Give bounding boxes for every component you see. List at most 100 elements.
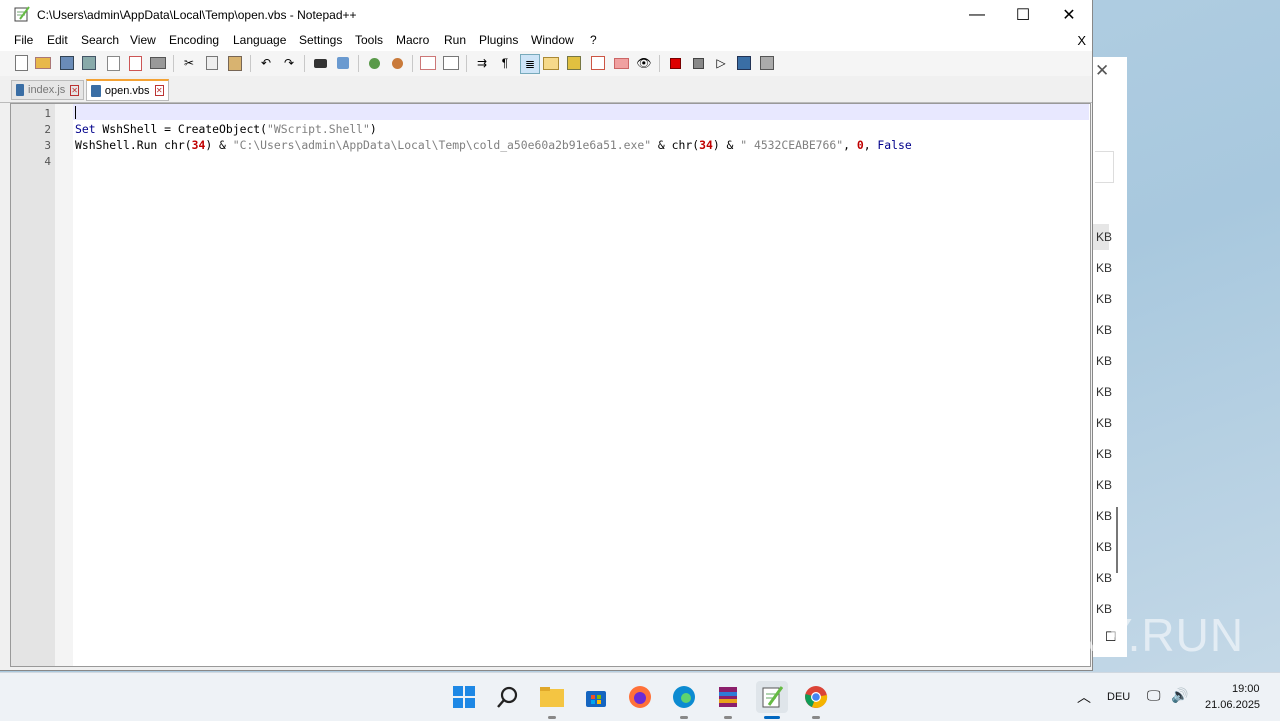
menu-help[interactable]: ? <box>590 33 597 47</box>
background-explorer-window: ✕ KB KB KB KB KB KB KB KB KB KB KB KB KB ☐ <box>1088 57 1127 657</box>
text-caret <box>75 106 76 119</box>
window-title: C:\Users\admin\AppData\Local\Temp\open.v… <box>37 8 357 22</box>
notepadpp-icon[interactable] <box>756 681 788 719</box>
menu-file[interactable]: File <box>14 33 33 47</box>
tab-index-js[interactable]: index.js ✕ <box>11 80 84 100</box>
monitor-icon[interactable]: 👁 <box>635 54 653 72</box>
doc-map-icon[interactable] <box>542 54 560 72</box>
menu-encoding[interactable]: Encoding <box>169 33 219 47</box>
menu-settings[interactable]: Settings <box>299 33 342 47</box>
redo-icon[interactable]: ↷ <box>280 54 298 72</box>
close-tab-icon[interactable]: ✕ <box>154 85 164 96</box>
close-button[interactable]: ✕ <box>1046 0 1092 30</box>
menu-edit[interactable]: Edit <box>47 33 68 47</box>
replace-icon[interactable] <box>334 54 352 72</box>
file-size-cell: KB <box>1096 478 1113 492</box>
search-icon[interactable] <box>492 681 524 713</box>
copy-icon[interactable] <box>203 54 221 72</box>
show-all-chars-icon[interactable]: ¶ <box>496 54 514 72</box>
file-explorer-icon[interactable] <box>536 681 568 719</box>
language-indicator[interactable]: DEU <box>1107 691 1130 703</box>
save-all-icon[interactable] <box>80 54 98 72</box>
menu-window[interactable]: Window <box>531 33 574 47</box>
clock-time[interactable]: 19:00 <box>1232 683 1260 695</box>
search-box[interactable] <box>1095 151 1114 183</box>
tab-label: open.vbs <box>104 84 150 97</box>
file-size-cell: KB <box>1096 385 1113 399</box>
close-all-icon[interactable] <box>126 54 144 72</box>
file-size-cell: KB <box>1096 447 1113 461</box>
winrar-icon[interactable] <box>712 681 744 719</box>
find-icon[interactable] <box>311 54 329 72</box>
line-number: 3 <box>44 139 51 152</box>
close-tab-icon[interactable]: ✕ <box>70 84 79 96</box>
file-size-cell: KB <box>1096 230 1113 244</box>
run-macro-multiple-icon[interactable] <box>735 54 753 72</box>
record-macro-icon[interactable] <box>666 54 684 72</box>
edge-icon[interactable] <box>668 681 700 719</box>
scrollbar-thumb[interactable] <box>1116 507 1118 573</box>
fold-margin[interactable] <box>55 104 73 666</box>
zoom-in-icon[interactable] <box>365 54 383 72</box>
tab-open-vbs[interactable]: open.vbs ✕ <box>86 79 169 101</box>
indent-guide-icon[interactable]: ≣ <box>520 54 540 74</box>
maximize-button[interactable]: ☐ <box>1000 0 1046 30</box>
function-list-icon[interactable] <box>565 54 583 72</box>
file-size-cell: KB <box>1096 261 1113 275</box>
file-icon <box>91 84 101 97</box>
zoom-out-icon[interactable] <box>388 54 406 72</box>
chevron-up-icon[interactable]: ︿ <box>1077 687 1091 707</box>
start-icon[interactable] <box>448 681 480 713</box>
menu-search[interactable]: Search <box>81 33 119 47</box>
undo-icon[interactable]: ↶ <box>257 54 275 72</box>
code-line-3: WshShell.Run chr(34) & "C:\Users\admin\A… <box>75 138 912 152</box>
file-size-cell: KB <box>1096 416 1113 430</box>
tab-label: index.js <box>28 84 66 96</box>
file-size-cell: KB <box>1096 354 1113 368</box>
sync-vertical-icon[interactable] <box>419 54 437 72</box>
menu-view[interactable]: View <box>130 33 156 47</box>
menu-plugins[interactable]: Plugins <box>479 33 518 47</box>
tab-bar: index.js ✕ open.vbs ✕ <box>0 78 1092 103</box>
minimize-button[interactable]: — <box>954 0 1000 30</box>
file-size-cell: KB <box>1096 292 1113 306</box>
close-icon[interactable] <box>104 54 122 72</box>
file-size-cell: KB <box>1096 323 1113 337</box>
sync-horizontal-icon[interactable] <box>442 54 460 72</box>
file-size-cell: KB <box>1096 571 1113 585</box>
play-macro-icon[interactable]: ▷ <box>712 54 730 72</box>
notepadpp-app-icon <box>14 6 30 22</box>
current-line-highlight <box>73 104 1089 120</box>
line-number: 4 <box>44 155 51 168</box>
file-size-cell: KB <box>1096 540 1113 554</box>
close-document-button[interactable]: X <box>1077 33 1086 48</box>
new-file-icon[interactable] <box>12 54 30 72</box>
menu-tools[interactable]: Tools <box>355 33 383 47</box>
line-number: 1 <box>44 107 51 120</box>
menu-macro[interactable]: Macro <box>396 33 429 47</box>
taskbar: ︿ DEU 🖵 🔊 19:00 21.06.2025 <box>0 672 1280 721</box>
print-icon[interactable] <box>149 54 167 72</box>
firefox-icon[interactable] <box>624 681 656 713</box>
menu-language[interactable]: Language <box>233 33 286 47</box>
toolbar: ✂ ↶ ↷ ⇉ ¶ ≣ 👁 ▷ <box>0 51 1092 76</box>
word-wrap-icon[interactable]: ⇉ <box>473 54 491 72</box>
line-number: 2 <box>44 123 51 136</box>
cut-icon[interactable]: ✂ <box>180 54 198 72</box>
close-icon[interactable]: ✕ <box>1095 61 1109 81</box>
stop-record-icon[interactable] <box>689 54 707 72</box>
open-folder-icon[interactable] <box>612 54 630 72</box>
volume-icon[interactable]: 🔊 <box>1171 687 1188 704</box>
open-file-icon[interactable] <box>34 54 52 72</box>
menu-run[interactable]: Run <box>444 33 466 47</box>
network-icon[interactable]: 🖵 <box>1147 687 1161 704</box>
paste-icon[interactable] <box>226 54 244 72</box>
store-icon[interactable] <box>580 681 612 713</box>
code-editor[interactable]: 1 2 3 4 Set WshShell = CreateObject("WSc… <box>10 103 1091 667</box>
clock-date[interactable]: 21.06.2025 <box>1205 699 1260 711</box>
save-macro-icon[interactable] <box>758 54 776 72</box>
chrome-icon[interactable] <box>800 681 832 719</box>
save-icon[interactable] <box>58 54 76 72</box>
folder-workspace-icon[interactable] <box>589 54 607 72</box>
title-bar: C:\Users\admin\AppData\Local\Temp\open.v… <box>0 0 1092 30</box>
